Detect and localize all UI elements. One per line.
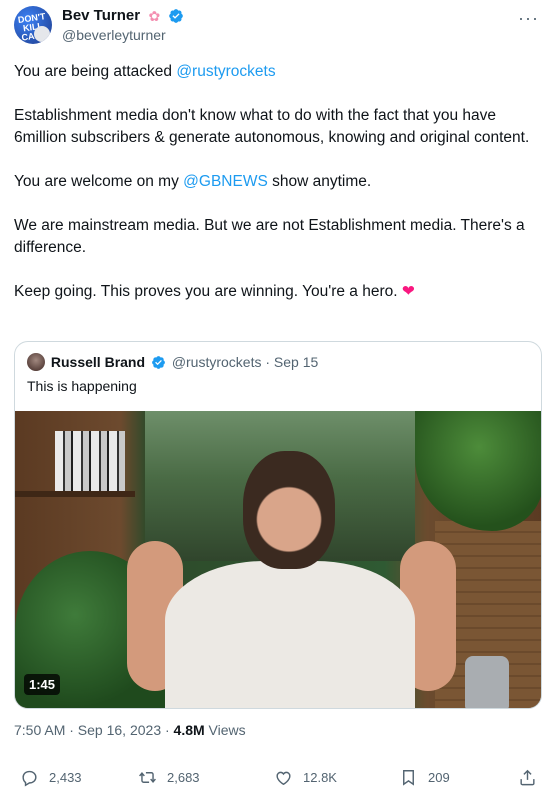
tweet-text-span: Keep going. This proves you are winning.…: [14, 283, 402, 300]
video-scene-canister: [465, 656, 509, 708]
video-player[interactable]: 1:45: [15, 411, 541, 708]
like-count: 12.8K: [303, 769, 337, 785]
repost-icon: [139, 771, 156, 783]
tweet-text: You are being attacked @rustyrockets Est…: [14, 61, 541, 303]
tweet-paragraph-4: We are mainstream media. But we are not …: [14, 217, 525, 256]
flower-icon: ✿: [148, 7, 161, 24]
verified-badge-icon: [152, 355, 165, 369]
author-handle[interactable]: @beverleyturner: [62, 27, 166, 43]
tweet-paragraph-3: You are welcome on my @GBNEWS show anyti…: [14, 171, 541, 193]
tweet-text-span: show anytime.: [267, 173, 372, 190]
repost-button[interactable]: 2,683: [138, 764, 200, 790]
views-count: 4.8M: [173, 722, 205, 738]
tweet-paragraph-1: You are being attacked @rustyrockets: [14, 61, 541, 83]
heart-icon: [276, 771, 291, 785]
share-button[interactable]: [518, 764, 547, 790]
tweet-text-span: You are welcome on my: [14, 173, 184, 190]
quoted-author-name[interactable]: Russell Brand: [51, 354, 145, 370]
more-options-icon[interactable]: ···: [518, 8, 539, 29]
tweet-text-span: You are being attacked: [14, 63, 177, 80]
video-scene-head: [243, 451, 335, 569]
author-line: Bev Turner ✿: [62, 7, 184, 25]
quoted-handle-date[interactable]: @rustyrockets · Sep 15: [172, 354, 319, 370]
author-avatar[interactable]: DON'T KILL CASH: [14, 6, 52, 44]
like-button[interactable]: 12.8K: [274, 764, 337, 790]
red-heart-icon: ❤: [401, 283, 415, 300]
avatar-badge: [34, 26, 50, 42]
quoted-tweet[interactable]: Russell Brand @rustyrockets · Sep 15 Thi…: [14, 341, 542, 709]
reply-button[interactable]: 2,433: [20, 764, 82, 790]
video-scene-shelf: [15, 491, 135, 497]
bookmark-button[interactable]: 209: [399, 764, 450, 790]
quoted-tweet-header: Russell Brand @rustyrockets · Sep 15: [27, 353, 318, 373]
author-name[interactable]: Bev Turner: [62, 7, 140, 24]
bookmark-icon: [403, 769, 414, 786]
video-scene-books: [55, 431, 125, 491]
mention-link[interactable]: @rustyrockets: [176, 63, 275, 80]
video-scene-plant-right: [415, 411, 541, 531]
verified-badge-icon: [168, 8, 183, 23]
timestamp[interactable]: 7:50 AM · Sep 16, 2023 ·: [14, 722, 174, 738]
bookmark-count: 209: [428, 769, 450, 785]
reply-count: 2,433: [49, 769, 82, 785]
tweet-actions-bar: 2,433 2,683 12.8K 209: [14, 764, 541, 790]
tweet-meta: 7:50 AM · Sep 16, 2023 · 4.8M Views: [14, 722, 246, 738]
quoted-author-avatar[interactable]: [27, 353, 45, 372]
views-label: Views: [204, 722, 246, 738]
mention-link[interactable]: @GBNEWS: [183, 173, 268, 190]
reply-icon: [22, 770, 37, 787]
repost-count: 2,683: [167, 769, 200, 785]
tweet-paragraph-2: Establishment media don't know what to d…: [14, 107, 530, 146]
tweet-paragraph-5: Keep going. This proves you are winning.…: [14, 281, 541, 303]
video-duration-badge: 1:45: [24, 674, 61, 695]
share-icon: [520, 769, 535, 785]
quoted-tweet-text: This is happening: [27, 378, 137, 394]
tweet-header: DON'T KILL CASH Bev Turner ✿ @beverleytu…: [14, 6, 541, 46]
video-scene-shirt: [165, 561, 415, 708]
